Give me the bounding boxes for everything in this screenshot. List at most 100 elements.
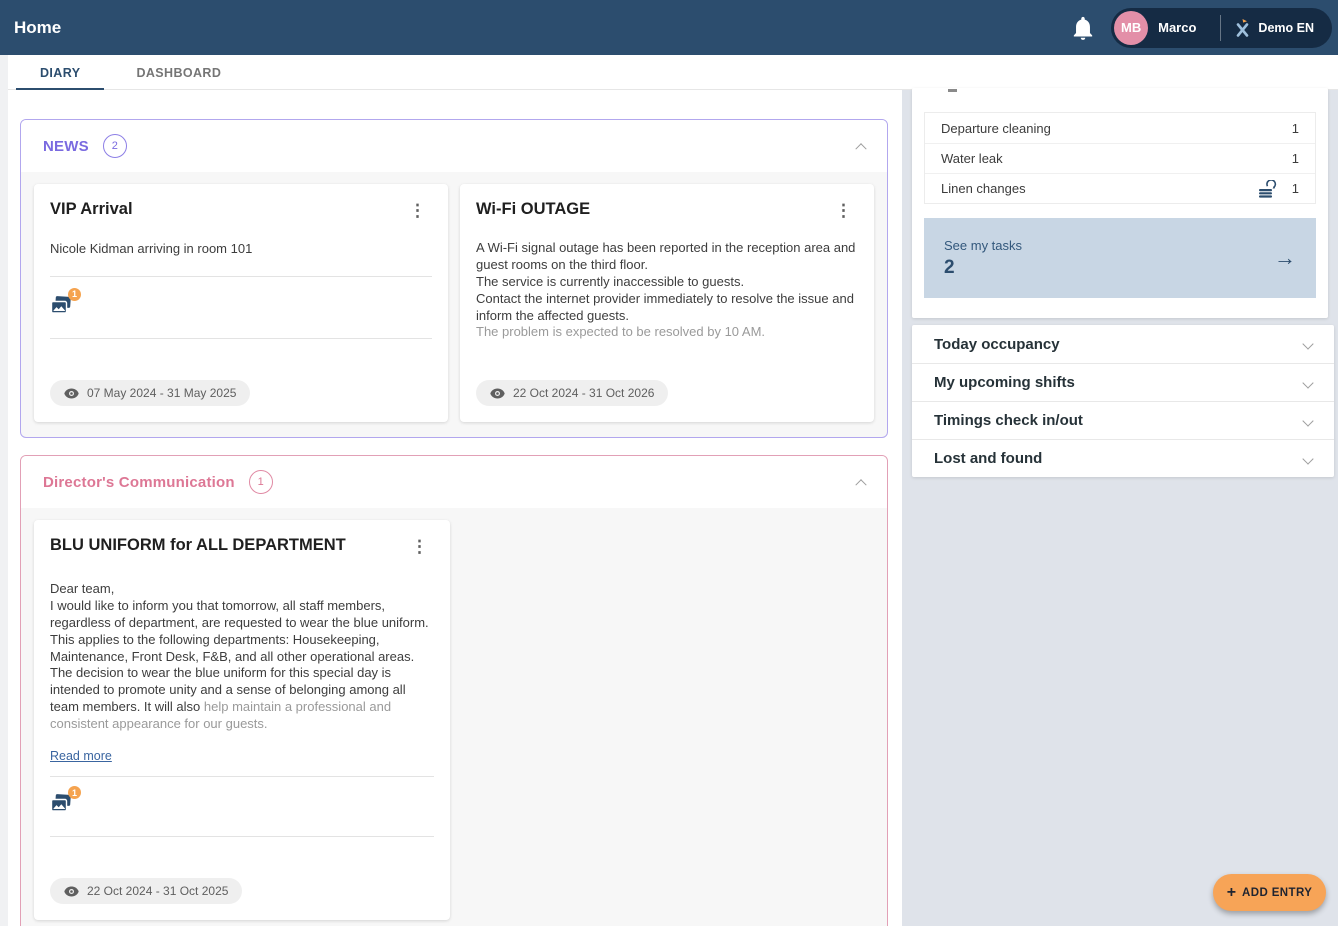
- task-label: Departure cleaning: [941, 120, 1051, 136]
- add-entry-label: ADD ENTRY: [1242, 886, 1313, 899]
- card-body-text: Nicole Kidman arriving in room 101: [50, 241, 253, 256]
- directors-section-title: Director's Communication: [43, 473, 235, 491]
- directors-collapse-button[interactable]: [855, 473, 867, 491]
- body-line: The service is currently inaccessible to…: [476, 273, 745, 289]
- news-section-body: VIP Arrival ⋮ Nicole Kidman arriving in …: [21, 172, 887, 434]
- eye-icon: [64, 388, 79, 399]
- directors-card-blu-uniform: BLU UNIFORM for ALL DEPARTMENT ⋮ Dear te…: [34, 520, 450, 920]
- body-line: The decision to wear the blue uniform fo…: [50, 665, 434, 733]
- news-card-vip-arrival: VIP Arrival ⋮ Nicole Kidman arriving in …: [34, 184, 448, 422]
- notifications-button[interactable]: [1063, 8, 1103, 48]
- accordion-today-occupancy[interactable]: Today occupancy: [912, 325, 1334, 363]
- accordion-label: Timings check in/out: [934, 412, 1083, 429]
- avatar: MB: [1114, 10, 1149, 45]
- card-body-text: Dear team, I would like to inform you th…: [50, 581, 434, 733]
- brand-mascot-icon: [1235, 18, 1250, 38]
- user-menu[interactable]: MB Marco Demo EN: [1111, 7, 1332, 48]
- task-row-linen-changes[interactable]: Linen changes 1: [925, 173, 1315, 203]
- task-label: Water leak: [941, 151, 1003, 166]
- read-more-link[interactable]: Read more: [50, 749, 112, 763]
- right-sidebar-content: Departure cleaning 1 Water leak 1 Linen …: [902, 88, 1338, 926]
- chevron-down-icon: [1302, 335, 1314, 353]
- clipped-card-title-remnant: [948, 89, 957, 92]
- card-body-text: A Wi-Fi signal outage has been reported …: [476, 240, 858, 341]
- accordion-lost-and-found[interactable]: Lost and found: [912, 439, 1334, 477]
- body-line: A Wi-Fi signal outage has been reported …: [476, 240, 856, 272]
- linen-change-icon: [1258, 179, 1278, 198]
- plus-icon: +: [1226, 883, 1237, 901]
- tab-dashboard[interactable]: DASHBOARD: [112, 55, 245, 90]
- accordion-label: My upcoming shifts: [934, 374, 1075, 391]
- task-type-list: Departure cleaning 1 Water leak 1 Linen …: [924, 112, 1316, 204]
- directors-section-header[interactable]: Director's Communication 1: [21, 456, 887, 508]
- page-title: Home: [14, 17, 62, 37]
- directors-communication-section: Director's Communication 1 BLU UNIFORM f…: [20, 455, 888, 926]
- task-row-water-leak[interactable]: Water leak 1: [925, 143, 1315, 173]
- chevron-down-icon: [1302, 374, 1314, 392]
- divider: [50, 776, 434, 778]
- arrow-right-icon: →: [1274, 245, 1296, 270]
- see-my-tasks-button[interactable]: See my tasks 2 →: [924, 218, 1316, 298]
- news-collapse-button[interactable]: [855, 137, 867, 155]
- chevron-up-icon: [855, 479, 867, 491]
- visibility-date-range: 22 Oct 2024 - 31 Oct 2025: [50, 878, 243, 904]
- news-card-wifi-outage: Wi-Fi OUTAGE ⋮ A Wi-Fi signal outage has…: [460, 184, 874, 422]
- date-range-text: 07 May 2024 - 31 May 2025: [87, 386, 237, 400]
- accordion-my-upcoming-shifts[interactable]: My upcoming shifts: [912, 363, 1334, 401]
- attachment-button[interactable]: 1: [50, 287, 81, 316]
- tab-diary[interactable]: DIARY: [16, 55, 105, 90]
- chevron-down-icon: [1302, 450, 1314, 468]
- directors-section-body: BLU UNIFORM for ALL DEPARTMENT ⋮ Dear te…: [21, 508, 887, 926]
- visibility-date-range: 22 Oct 2024 - 31 Oct 2026: [476, 380, 669, 406]
- kebab-menu-icon[interactable]: ⋮: [829, 200, 858, 221]
- kebab-menu-icon[interactable]: ⋮: [403, 200, 432, 221]
- attachment-count-badge: 1: [68, 786, 81, 800]
- workspace-label: Demo EN: [1258, 20, 1314, 35]
- eye-icon: [490, 388, 505, 399]
- news-section-title: NEWS: [43, 137, 89, 155]
- divider: [50, 275, 432, 277]
- body-line: I would like to inform you that tomorrow…: [50, 597, 429, 630]
- add-entry-button[interactable]: + ADD ENTRY: [1213, 874, 1326, 911]
- eye-icon: [64, 886, 79, 897]
- top-bar-right: MB Marco Demo EN: [1063, 0, 1332, 55]
- accordion-label: Today occupancy: [934, 335, 1060, 353]
- chevron-up-icon: [855, 143, 867, 155]
- see-my-tasks-label: See my tasks: [944, 237, 1023, 253]
- card-title: BLU UNIFORM for ALL DEPARTMENT: [50, 536, 346, 554]
- workspace-switcher[interactable]: Demo EN: [1235, 18, 1314, 38]
- task-row-departure-cleaning[interactable]: Departure cleaning 1: [925, 113, 1315, 143]
- task-label: Linen changes: [941, 181, 1026, 196]
- pill-divider: [1220, 14, 1222, 41]
- visibility-date-range: 07 May 2024 - 31 May 2025: [50, 380, 251, 406]
- accordion-label: Lost and found: [934, 450, 1043, 467]
- task-count: 1: [1291, 151, 1299, 166]
- user-name: Marco: [1158, 20, 1197, 35]
- news-count-badge: 2: [102, 134, 127, 158]
- app-root: Home MB Marco Demo EN DIARY DASHBOARD NE…: [0, 0, 1338, 926]
- attachment-button[interactable]: 1: [50, 786, 81, 814]
- news-section-header[interactable]: NEWS 2: [21, 120, 887, 172]
- task-count: 1: [1291, 120, 1299, 136]
- attachment-count-badge: 1: [68, 287, 81, 301]
- body-line: Dear team,: [50, 581, 115, 596]
- chevron-down-icon: [1302, 412, 1314, 430]
- divider: [50, 337, 432, 339]
- sidebar-accordions: Today occupancy My upcoming shifts Timin…: [912, 325, 1334, 477]
- body-line: This applies to the following department…: [50, 631, 415, 664]
- kebab-menu-icon[interactable]: ⋮: [405, 536, 434, 557]
- date-range-text: 22 Oct 2024 - 31 Oct 2026: [513, 386, 655, 400]
- divider: [50, 836, 434, 838]
- card-title: VIP Arrival: [50, 200, 133, 218]
- task-count: 1: [1291, 181, 1299, 196]
- top-bar: Home MB Marco Demo EN: [0, 0, 1338, 55]
- accordion-timings-check-in-out[interactable]: Timings check in/out: [912, 401, 1334, 439]
- my-tasks-card: Departure cleaning 1 Water leak 1 Linen …: [912, 88, 1328, 318]
- date-range-text: 22 Oct 2024 - 31 Oct 2025: [87, 884, 229, 898]
- card-title: Wi-Fi OUTAGE: [476, 200, 591, 218]
- body-line: Contact the internet provider immediatel…: [476, 290, 854, 323]
- tab-bar: DIARY DASHBOARD: [8, 55, 1338, 90]
- body-line-muted: The problem is expected to be resolved b…: [476, 324, 766, 340]
- news-section: NEWS 2 VIP Arrival ⋮ Nicole Kidman arriv…: [20, 119, 888, 438]
- directors-count-badge: 1: [248, 470, 273, 494]
